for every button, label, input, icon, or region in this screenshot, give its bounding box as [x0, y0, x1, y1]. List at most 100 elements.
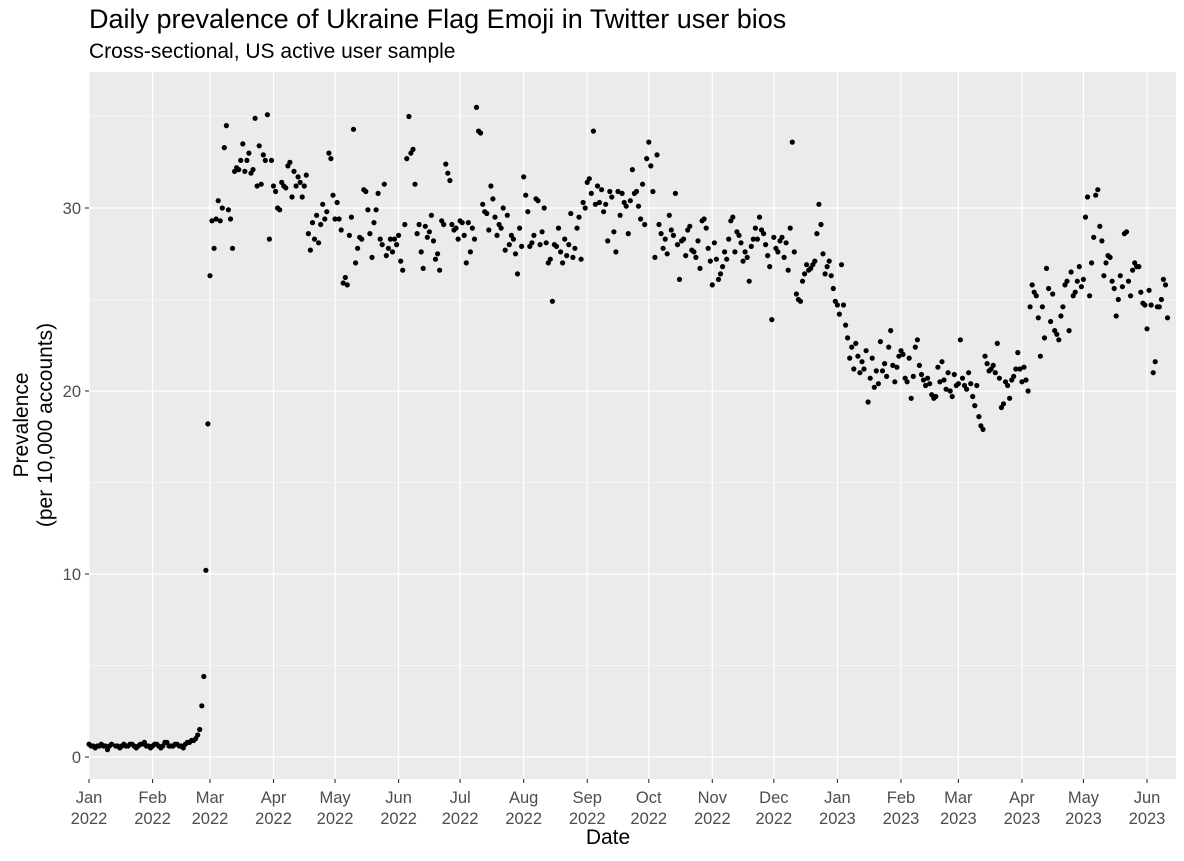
- data-point: [748, 243, 754, 249]
- data-point: [664, 251, 670, 257]
- data-point: [912, 344, 918, 350]
- data-point: [1005, 382, 1011, 389]
- data-point: [441, 221, 447, 228]
- data-point: [861, 366, 867, 372]
- y-tick-label: 20: [63, 383, 81, 401]
- data-point: [566, 242, 572, 248]
- data-point: [572, 245, 578, 251]
- data-point: [607, 188, 613, 195]
- data-point: [195, 732, 201, 738]
- data-point: [951, 371, 957, 378]
- data-point: [840, 302, 847, 308]
- data-point: [802, 271, 808, 277]
- data-point: [984, 361, 990, 367]
- data-point: [432, 256, 439, 262]
- data-point: [424, 234, 430, 240]
- x-tick-label-month: Jun: [385, 789, 412, 807]
- data-point: [242, 168, 248, 174]
- data-point: [654, 152, 660, 158]
- data-point: [414, 231, 420, 237]
- data-point: [449, 221, 455, 228]
- x-tick-label-month: Mar: [944, 789, 973, 807]
- data-point: [371, 220, 377, 226]
- data-point: [828, 273, 834, 279]
- data-point: [555, 225, 562, 231]
- data-point: [1117, 273, 1123, 279]
- data-point: [1025, 388, 1031, 394]
- data-point: [363, 188, 369, 195]
- data-point: [469, 225, 475, 231]
- data-point: [240, 141, 246, 147]
- data-point: [1011, 373, 1017, 379]
- data-point: [1113, 313, 1119, 319]
- data-point: [871, 384, 877, 390]
- data-point: [558, 249, 564, 255]
- x-tick-label-month: Aug: [509, 789, 538, 807]
- y-tick-label: 10: [63, 566, 81, 584]
- data-point: [1103, 260, 1109, 266]
- data-point: [732, 249, 738, 255]
- data-point: [652, 254, 658, 260]
- data-point: [258, 181, 264, 187]
- data-point: [650, 188, 656, 195]
- data-point: [1156, 304, 1162, 310]
- data-point: [244, 157, 250, 163]
- data-point: [1023, 377, 1029, 383]
- data-point: [605, 238, 611, 244]
- y-axis: 0 10 20 30: [63, 200, 89, 767]
- x-tick-label-year: 2022: [255, 810, 292, 828]
- data-point: [693, 254, 699, 260]
- data-point: [726, 236, 732, 242]
- data-point: [761, 231, 767, 237]
- data-point: [277, 207, 283, 213]
- data-point: [504, 212, 510, 218]
- data-point: [836, 311, 843, 317]
- data-point: [894, 364, 900, 370]
- x-tick-label-month: Apr: [1009, 789, 1035, 807]
- data-point: [949, 393, 955, 400]
- data-point: [715, 276, 722, 282]
- data-point: [377, 236, 383, 242]
- x-tick-label-month: Nov: [698, 789, 728, 807]
- data-point: [562, 236, 568, 242]
- data-point: [1039, 304, 1045, 310]
- data-point: [1078, 284, 1084, 290]
- data-point: [646, 139, 652, 145]
- x-tick-label-year: 2023: [819, 810, 856, 828]
- data-point: [1056, 337, 1062, 343]
- data-point: [910, 373, 916, 379]
- data-point: [1080, 276, 1086, 282]
- data-point: [744, 254, 750, 260]
- data-point: [461, 232, 467, 238]
- data-point: [918, 371, 925, 378]
- data-point: [541, 205, 547, 211]
- data-point: [609, 194, 615, 200]
- data-point: [560, 260, 566, 266]
- data-point: [660, 245, 666, 251]
- data-point: [199, 703, 205, 709]
- data-point: [514, 271, 521, 277]
- data-point: [814, 231, 820, 237]
- data-point: [400, 267, 406, 273]
- data-point: [594, 183, 601, 189]
- data-point: [320, 201, 326, 207]
- data-point: [781, 254, 787, 260]
- data-point: [473, 104, 480, 110]
- data-point: [906, 355, 912, 361]
- data-point: [941, 377, 947, 383]
- data-point: [1082, 214, 1089, 220]
- data-point: [720, 264, 726, 270]
- data-point: [713, 256, 720, 262]
- data-point: [945, 370, 951, 376]
- data-point: [486, 227, 492, 233]
- data-point: [779, 234, 785, 240]
- data-point: [771, 234, 777, 240]
- data-point: [1144, 326, 1150, 332]
- data-point: [1027, 304, 1033, 310]
- data-point: [1089, 260, 1095, 266]
- data-point: [789, 139, 795, 145]
- data-point: [430, 238, 437, 244]
- data-point: [568, 210, 574, 217]
- data-point: [666, 212, 672, 218]
- data-point: [344, 282, 350, 288]
